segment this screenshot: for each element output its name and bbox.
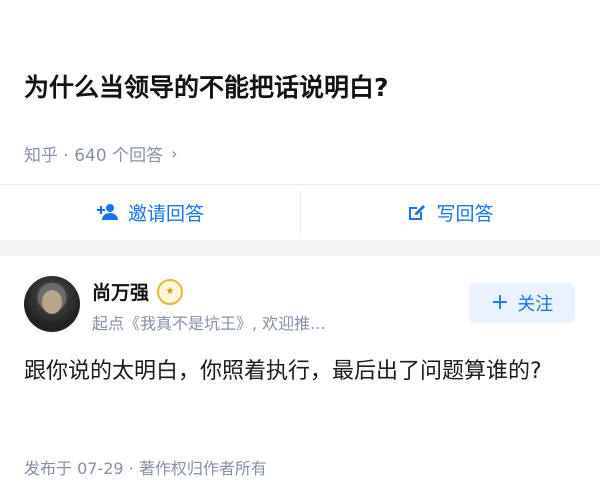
add-user-icon bbox=[96, 203, 118, 221]
plus-icon: + bbox=[490, 290, 510, 315]
write-answer-label: 写回答 bbox=[436, 202, 494, 225]
author-name: 尚万强 bbox=[92, 282, 150, 304]
answer-footer: 发布于 07-29 · 著作权归作者所有 bbox=[24, 459, 267, 478]
edit-icon bbox=[406, 202, 426, 222]
section-gap bbox=[0, 240, 600, 256]
invite-answer-label: 邀请回答 bbox=[127, 202, 204, 225]
question-meta-text: 知乎 · 640 个回答 bbox=[24, 146, 164, 166]
author-name-row[interactable]: 尚万强 ★ bbox=[92, 278, 184, 305]
divider bbox=[300, 190, 301, 234]
follow-button[interactable]: + 关注 bbox=[469, 283, 575, 323]
question-meta[interactable]: 知乎 · 640 个回答 › bbox=[24, 141, 177, 166]
write-answer-button[interactable]: 写回答 bbox=[300, 184, 600, 240]
question-title[interactable]: 为什么当领导的不能把话说明白? bbox=[24, 68, 389, 104]
answer-text[interactable]: 跟你说的太明白，你照着执行，最后出了问题算谁的? bbox=[24, 352, 580, 392]
follow-label: 关注 bbox=[517, 294, 554, 315]
invite-answer-button[interactable]: 邀请回答 bbox=[0, 184, 300, 240]
author-headline: 起点《我真不是坑王》, 欢迎推... bbox=[92, 314, 326, 333]
avatar[interactable] bbox=[24, 276, 80, 332]
chevron-right-icon: › bbox=[171, 144, 178, 163]
badge-icon: ★ bbox=[157, 278, 184, 305]
